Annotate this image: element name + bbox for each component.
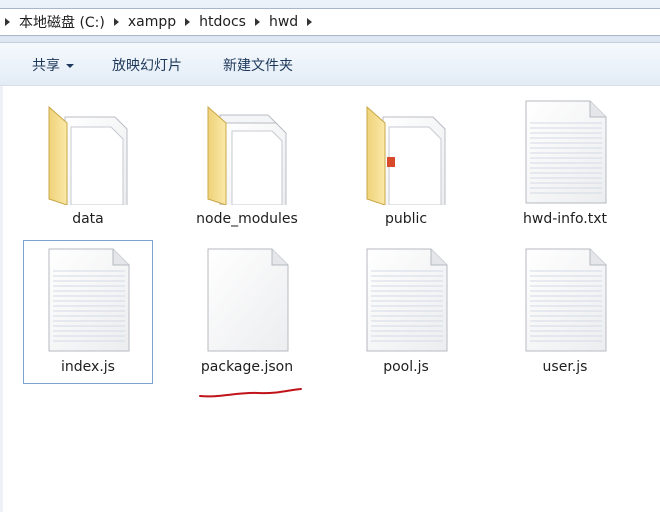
breadcrumb-item-drive[interactable]: 本地磁盘 (C:) (15, 12, 109, 32)
chevron-right-icon[interactable] (5, 18, 10, 26)
annotation-underline (199, 388, 302, 398)
breadcrumb-item-hwd[interactable]: hwd (265, 14, 302, 30)
navigation-pane-edge (0, 86, 3, 512)
text-file-icon (525, 248, 607, 352)
file-item[interactable]: user.js (500, 240, 630, 384)
chevron-right-icon[interactable] (185, 18, 191, 26)
file-name: hwd-info.txt (523, 211, 607, 227)
file-item[interactable]: public (341, 92, 471, 236)
text-file-icon (366, 248, 448, 352)
chevron-right-icon[interactable] (254, 18, 260, 26)
file-name: user.js (542, 359, 588, 375)
chevron-right-icon[interactable] (113, 18, 119, 26)
file-name: package.json (200, 359, 294, 375)
file-item[interactable]: pool.js (341, 240, 471, 384)
file-name: index.js (61, 359, 115, 375)
address-bar: 本地磁盘 (C:) xampp htdocs hwd (0, 0, 660, 43)
file-name: public (384, 211, 428, 227)
folder-icon (48, 105, 128, 205)
slideshow-button[interactable]: 放映幻灯片 (112, 55, 182, 75)
file-name: node_modules (196, 211, 298, 227)
new-folder-button[interactable]: 新建文件夹 (223, 55, 293, 75)
breadcrumb[interactable]: 本地磁盘 (C:) xampp htdocs hwd (0, 8, 660, 36)
chevron-right-icon[interactable] (307, 18, 313, 26)
file-item[interactable]: package.json (182, 240, 312, 384)
breadcrumb-item-htdocs[interactable]: htdocs (195, 14, 250, 30)
file-name: pool.js (383, 359, 429, 375)
breadcrumb-item-xampp[interactable]: xampp (124, 14, 180, 30)
file-item[interactable]: hwd-info.txt (500, 92, 630, 236)
file-item[interactable]: node_modules (182, 92, 312, 236)
text-file-icon (48, 248, 130, 352)
folder-icon (207, 105, 287, 205)
file-name: data (72, 211, 104, 227)
chevron-down-icon (66, 64, 74, 68)
file-item-selected[interactable]: index.js (23, 240, 153, 384)
folder-icon (366, 105, 446, 205)
text-file-icon (525, 100, 607, 204)
file-item[interactable]: data (23, 92, 153, 236)
blank-file-icon (207, 248, 289, 352)
share-button-label: 共享 (32, 58, 60, 74)
command-toolbar: 共享 放映幻灯片 新建文件夹 (0, 43, 660, 86)
share-button[interactable]: 共享 (32, 55, 74, 75)
